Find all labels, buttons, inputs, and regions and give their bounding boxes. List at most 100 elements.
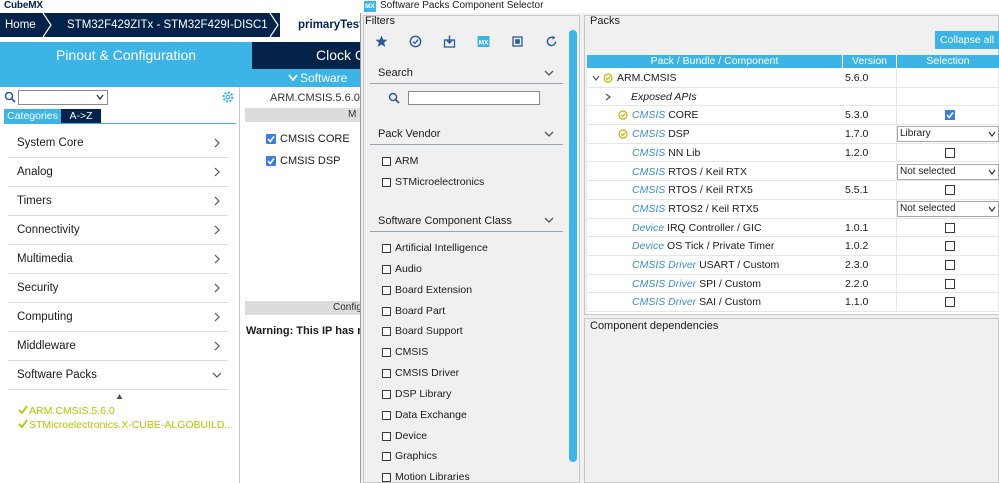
class-checkbox[interactable]	[382, 307, 391, 316]
class-label: Board Part	[395, 305, 446, 317]
category-multimedia[interactable]: Multimedia	[8, 245, 228, 274]
category-connectivity[interactable]: Connectivity	[8, 216, 228, 245]
class-checkbox[interactable]	[382, 369, 391, 378]
component-dependencies-group	[584, 318, 999, 483]
chevron-down-icon[interactable]	[544, 215, 554, 225]
chevron-down-icon[interactable]	[592, 74, 600, 82]
class-checkbox[interactable]	[382, 348, 391, 357]
search-icon[interactable]	[4, 91, 16, 103]
column-header-selection[interactable]: Selection	[897, 55, 999, 68]
packs-label: Packs	[590, 15, 620, 27]
app-title-bar	[0, 0, 360, 13]
cmsis-core-checkbox[interactable]	[266, 134, 276, 144]
table-row[interactable]: CMSIS Driver SPI / Custom 2.2.0	[587, 274, 999, 294]
table-row[interactable]: Device IRQ Controller / GIC 1.0.1	[587, 218, 999, 238]
class-checkbox[interactable]	[382, 432, 391, 441]
table-row[interactable]: CMSIS Driver USART / Custom 2.3.0	[587, 256, 999, 275]
chevron-down-icon[interactable]	[544, 129, 554, 139]
collapse-all-button[interactable]: Collapse all	[935, 31, 999, 49]
tab-a-to-z[interactable]: A->Z	[61, 109, 101, 123]
breadcrumb-project[interactable]: primaryTest	[280, 13, 360, 37]
chevron-down-icon	[96, 94, 104, 101]
column-header-version[interactable]: Version	[843, 55, 896, 68]
mx-icon[interactable]: MX	[477, 35, 490, 48]
category-analog[interactable]: Analog	[8, 158, 228, 187]
category-system-core[interactable]: System Core	[8, 129, 228, 158]
pack-version: 5.5.1	[843, 181, 897, 200]
pack-version: 1.0.2	[843, 237, 897, 256]
cmsis-dsp-checkbox[interactable]	[266, 156, 276, 166]
category-software-packs[interactable]: Software Packs	[8, 361, 228, 390]
selection-checkbox[interactable]	[945, 185, 955, 196]
class-label: Board Support	[395, 325, 463, 337]
selected-pack-item[interactable]: STMicroelectronics.X-CUBE-ALGOBUILD...	[18, 419, 233, 431]
selection-checkbox[interactable]	[945, 278, 955, 289]
class-checkbox[interactable]	[382, 244, 391, 253]
chevron-right-icon[interactable]	[604, 93, 612, 101]
install-icon[interactable]	[443, 35, 456, 48]
tab-pinout-configuration[interactable]: Pinout & Configuration	[0, 42, 252, 69]
column-header-component[interactable]: Pack / Bundle / Component	[587, 55, 842, 68]
software-packs-strip[interactable]: Software	[0, 69, 362, 87]
svg-text:MX: MX	[479, 39, 489, 46]
class-checkbox[interactable]	[382, 327, 391, 336]
category-timers[interactable]: Timers	[8, 187, 228, 216]
class-checkbox[interactable]	[382, 452, 391, 461]
category-computing[interactable]: Computing	[8, 303, 228, 332]
selection-dropdown[interactable]: Not selected	[897, 163, 999, 180]
selection-dropdown[interactable]: Library	[897, 126, 999, 143]
table-row[interactable]: CMSIS RTOS / Keil RTX Not selected	[587, 162, 999, 182]
class-checkbox[interactable]	[382, 286, 391, 295]
chevron-right-icon	[214, 341, 220, 351]
filter-search-input[interactable]	[408, 91, 540, 105]
filters-scrollbar[interactable]	[569, 30, 577, 462]
selection-checkbox[interactable]	[945, 297, 955, 308]
tab-clock-configuration[interactable]: Clock C	[252, 42, 362, 69]
class-label: DSP Library	[395, 388, 452, 400]
selection-cell	[897, 181, 999, 200]
category-search-select[interactable]	[18, 90, 108, 105]
table-row[interactable]: CMSIS RTOS / Keil RTX5 5.5.1	[587, 181, 999, 200]
selection-checkbox[interactable]	[945, 222, 955, 233]
table-row[interactable]: CMSIS CORE 5.3.0	[587, 106, 999, 126]
selection-dropdown[interactable]: Not selected	[897, 200, 999, 217]
table-row[interactable]: CMSIS NN Lib 1.2.0	[587, 143, 999, 163]
sort-up-icon[interactable]	[116, 393, 123, 400]
chevron-right-icon	[214, 312, 220, 322]
table-row[interactable]: ARM.CMSIS 5.6.0	[587, 69, 999, 88]
vendor-stmicroelectronics-checkbox[interactable]	[382, 178, 391, 187]
selected-pack-item[interactable]: ARM.CMSIS.5.6.0	[18, 405, 115, 417]
tab-categories[interactable]: Categories	[4, 109, 61, 123]
category-label: Software Packs	[17, 369, 97, 381]
chip-icon[interactable]	[511, 35, 524, 48]
class-checkbox[interactable]	[382, 411, 391, 420]
class-checkbox[interactable]	[382, 265, 391, 274]
vendor-arm-checkbox[interactable]	[382, 157, 391, 166]
selected-pack-label: STMicroelectronics.X-CUBE-ALGOBUILD...	[29, 419, 234, 431]
breadcrumb-device[interactable]: STM32F429ZITx - STM32F429I-DISC1	[67, 13, 268, 37]
component-name: CMSIS RTOS / Keil RTX5	[632, 184, 753, 197]
class-checkbox[interactable]	[382, 473, 391, 482]
warning-text: Warning: This IP has no	[246, 325, 371, 337]
gear-icon[interactable]	[221, 90, 235, 104]
table-row[interactable]: CMSIS DSP 1.7.0 Library	[587, 125, 999, 144]
selection-checkbox[interactable]	[945, 110, 955, 121]
table-row[interactable]: CMSIS RTOS2 / Keil RTX5 Not selected	[587, 199, 999, 219]
selection-checkbox[interactable]	[945, 241, 955, 252]
star-icon[interactable]	[375, 35, 388, 48]
category-security[interactable]: Security	[8, 274, 228, 303]
chevron-down-icon[interactable]	[544, 68, 554, 78]
table-row[interactable]: CMSIS Driver SAI / Custom 1.1.0	[587, 293, 999, 313]
table-row[interactable]: Exposed APIs	[587, 87, 999, 107]
pack-version: 2.2.0	[843, 274, 897, 294]
table-row[interactable]: Device OS Tick / Private Timer 1.0.2	[587, 237, 999, 256]
category-middleware[interactable]: Middleware	[8, 332, 228, 361]
class-checkbox[interactable]	[382, 390, 391, 399]
selection-checkbox[interactable]	[945, 260, 955, 270]
mode-panel	[242, 87, 360, 483]
breadcrumb-home[interactable]: Home	[5, 13, 36, 37]
class-label: CMSIS	[395, 346, 429, 358]
check-circle-icon[interactable]	[409, 35, 422, 48]
refresh-icon[interactable]	[545, 35, 558, 48]
selection-checkbox[interactable]	[945, 147, 955, 158]
